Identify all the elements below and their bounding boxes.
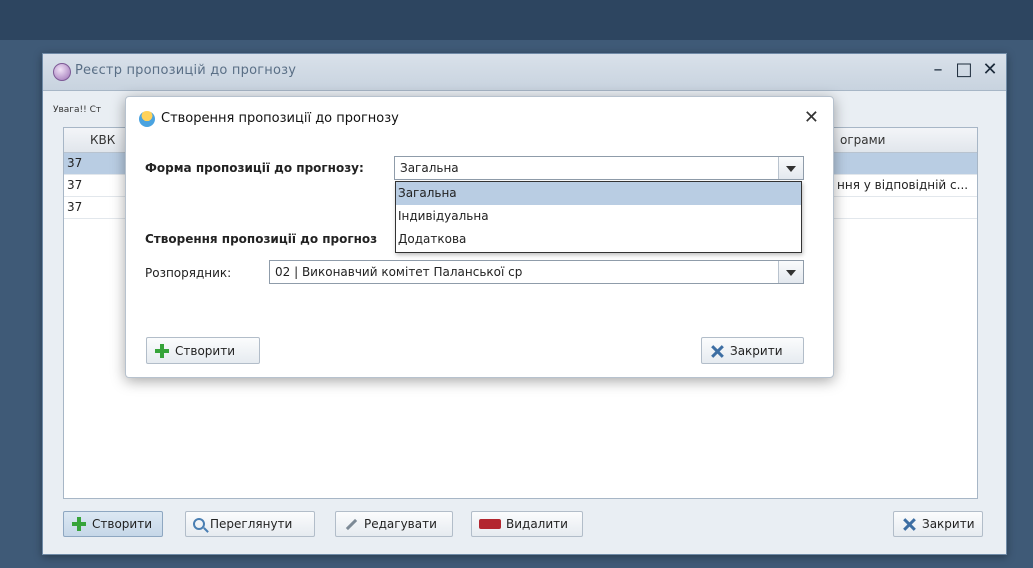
window-controls: – □ ✕: [928, 60, 1000, 80]
cell-program: [831, 197, 977, 218]
desktop-strip: [0, 0, 1033, 40]
form-type-value: Загальна: [400, 161, 459, 175]
plus-icon: [71, 516, 87, 532]
cell-program: [831, 153, 977, 174]
close-button-label: Закрити: [922, 517, 975, 531]
chevron-down-icon[interactable]: [778, 157, 803, 179]
dropdown-option[interactable]: Загальна: [396, 182, 801, 205]
cell-kbk: 37: [67, 156, 83, 170]
main-button-bar: Створити Переглянути Редагувати Видалити…: [63, 511, 986, 539]
dropdown-option[interactable]: Додаткова: [396, 228, 801, 251]
dialog-close-label: Закрити: [730, 343, 783, 358]
chevron-down-icon[interactable]: [778, 261, 803, 283]
dialog-app-icon: [139, 111, 155, 127]
manager-label: Розпорядник:: [145, 266, 232, 280]
dialog-title: Створення пропозиції до прогнозу: [161, 111, 399, 126]
dialog-close-button[interactable]: Закрити: [701, 337, 804, 364]
view-button[interactable]: Переглянути: [185, 511, 315, 537]
dialog-create-label: Створити: [175, 343, 235, 358]
close-icon: [901, 516, 917, 532]
delete-icon: [479, 519, 501, 529]
cell-kbk: 37: [67, 178, 83, 192]
create-button[interactable]: Створити: [63, 511, 163, 537]
edit-button[interactable]: Редагувати: [335, 511, 453, 537]
plus-icon: [154, 343, 170, 359]
column-header-kbk[interactable]: КВК: [64, 128, 128, 152]
cell-kbk: 37: [67, 200, 83, 214]
app-icon: [53, 63, 71, 81]
close-icon: [709, 343, 725, 359]
manager-value: 02 | Виконавчий комітет Паланської ср: [275, 265, 523, 279]
dialog-create-button[interactable]: Створити: [146, 337, 260, 364]
warning-label: Увага!! Ст: [53, 105, 102, 115]
manager-select[interactable]: 02 | Виконавчий комітет Паланської ср: [269, 260, 804, 284]
dialog-close-icon[interactable]: ✕: [804, 107, 819, 128]
main-window-titlebar[interactable]: Реєстр пропозицій до прогнозу – □ ✕: [43, 54, 1006, 91]
cell-program: ння у відповідній с...: [837, 178, 969, 192]
minimize-button[interactable]: –: [928, 60, 948, 80]
view-button-label: Переглянути: [210, 517, 293, 531]
edit-button-label: Редагувати: [364, 517, 437, 531]
form-type-label: Форма пропозиції до прогнозу:: [145, 161, 364, 175]
delete-button[interactable]: Видалити: [471, 511, 583, 537]
magnifier-icon: [193, 518, 205, 530]
form-type-select[interactable]: Загальна: [394, 156, 804, 180]
dropdown-option[interactable]: Індивідуальна: [396, 205, 801, 228]
maximize-button[interactable]: □: [954, 60, 974, 80]
close-window-button[interactable]: ✕: [980, 60, 1000, 80]
section-label: Створення пропозиції до прогноз: [145, 232, 378, 246]
close-button[interactable]: Закрити: [893, 511, 983, 537]
pencil-icon: [343, 516, 359, 532]
main-window-title: Реєстр пропозицій до прогнозу: [75, 63, 297, 78]
delete-button-label: Видалити: [506, 517, 568, 531]
form-type-dropdown-list: Загальна Індивідуальна Додаткова: [395, 181, 802, 253]
column-header-program[interactable]: ограми: [831, 128, 977, 152]
create-button-label: Створити: [92, 517, 152, 531]
